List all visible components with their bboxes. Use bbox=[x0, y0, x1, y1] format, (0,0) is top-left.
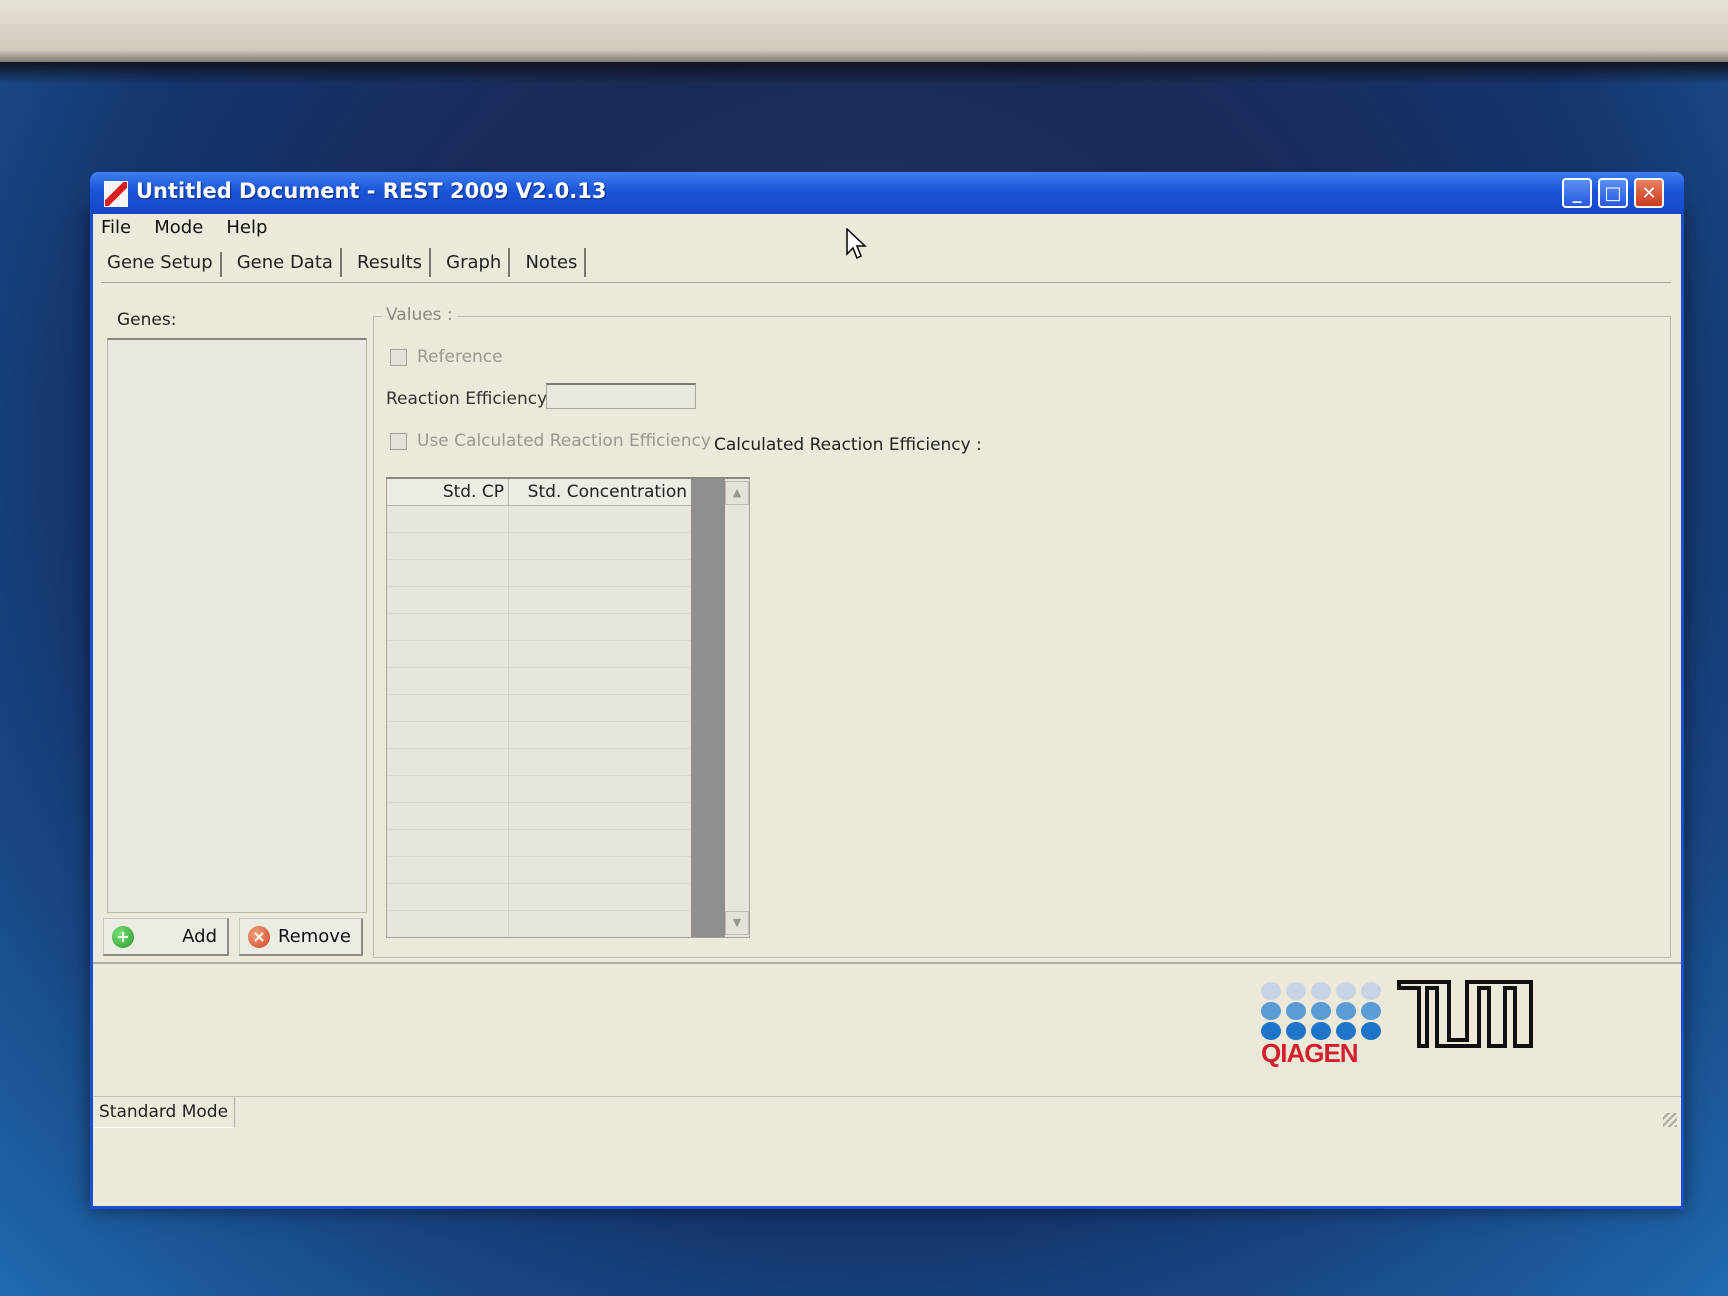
scroll-up-arrow-icon[interactable]: ▲ bbox=[725, 481, 749, 505]
grid-scrollbar[interactable]: ▲ ▼ bbox=[691, 479, 749, 937]
logo-dot bbox=[1261, 982, 1281, 1000]
status-bar: Standard Mode bbox=[93, 1096, 1681, 1131]
logo-dot bbox=[1361, 1002, 1381, 1020]
reference-checkbox-row[interactable]: Reference bbox=[390, 347, 503, 367]
tum-logo bbox=[1397, 980, 1533, 1048]
grid-rows[interactable] bbox=[387, 506, 691, 937]
monitor-bezel bbox=[0, 0, 1728, 62]
tab-graph[interactable]: Graph bbox=[440, 248, 511, 277]
std-data-grid[interactable]: Std. CP Std. Concentration ▲ ▼ bbox=[386, 477, 750, 938]
window-title: Untitled Document - REST 2009 V2.0.13 bbox=[136, 179, 607, 203]
tab-gene-setup[interactable]: Gene Setup bbox=[101, 252, 222, 277]
use-calculated-label: Use Calculated Reaction Efficiency bbox=[417, 431, 711, 451]
app-icon bbox=[104, 181, 128, 207]
tab-bar: Gene Setup Gene Data Results Graph Notes bbox=[101, 248, 1671, 283]
plus-icon: + bbox=[112, 926, 134, 948]
grid-header: Std. CP Std. Concentration bbox=[387, 479, 691, 506]
logo-dot bbox=[1311, 1002, 1331, 1020]
add-gene-button[interactable]: + Add bbox=[103, 918, 229, 956]
logo-dot bbox=[1336, 1002, 1356, 1020]
menu-bar: File Mode Help bbox=[93, 214, 1681, 242]
qiagen-logo: QIAGEN bbox=[1261, 982, 1385, 1068]
footer-panel: QIAGEN bbox=[93, 962, 1681, 1098]
maximize-button[interactable]: □ bbox=[1598, 178, 1628, 208]
tab-results[interactable]: Results bbox=[351, 248, 432, 277]
logo-dot bbox=[1286, 982, 1306, 1000]
logo-dot bbox=[1311, 982, 1331, 1000]
column-std-concentration[interactable]: Std. Concentration bbox=[509, 479, 691, 505]
close-button[interactable]: ✕ bbox=[1634, 178, 1664, 208]
scroll-down-arrow-icon[interactable]: ▼ bbox=[725, 911, 749, 935]
values-group: Values : Reference Reaction Efficiency :… bbox=[373, 305, 1671, 958]
genes-list[interactable] bbox=[107, 338, 367, 913]
genes-label: Genes: bbox=[117, 310, 177, 330]
qiagen-wordmark: QIAGEN bbox=[1261, 1038, 1359, 1068]
calculated-efficiency-label: Calculated Reaction Efficiency : bbox=[714, 435, 982, 455]
reference-checkbox[interactable] bbox=[390, 348, 407, 366]
status-mode: Standard Mode bbox=[93, 1097, 236, 1128]
reference-label: Reference bbox=[417, 347, 503, 367]
reaction-efficiency-input[interactable] bbox=[546, 383, 696, 409]
app-window: Untitled Document - REST 2009 V2.0.13 _ … bbox=[90, 172, 1684, 1209]
menu-mode[interactable]: Mode bbox=[145, 214, 212, 242]
tab-gene-data[interactable]: Gene Data bbox=[231, 248, 342, 277]
logo-dot bbox=[1361, 1022, 1381, 1040]
title-bar[interactable]: Untitled Document - REST 2009 V2.0.13 _ … bbox=[90, 172, 1684, 214]
mouse-cursor-icon bbox=[846, 228, 867, 260]
remove-icon: × bbox=[248, 926, 270, 948]
add-button-label: Add bbox=[182, 926, 217, 947]
minimize-button[interactable]: _ bbox=[1562, 178, 1592, 208]
tab-notes[interactable]: Notes bbox=[519, 248, 587, 277]
values-legend: Values : bbox=[382, 305, 457, 325]
logo-dot bbox=[1361, 982, 1381, 1000]
reaction-efficiency-label: Reaction Efficiency : bbox=[386, 389, 559, 409]
column-std-cp[interactable]: Std. CP bbox=[387, 479, 509, 505]
logo-dot bbox=[1286, 1002, 1306, 1020]
menu-file[interactable]: File bbox=[93, 214, 140, 242]
logo-dot bbox=[1336, 982, 1356, 1000]
resize-grip-icon[interactable] bbox=[1663, 1113, 1677, 1127]
use-calculated-checkbox[interactable] bbox=[390, 432, 407, 450]
use-calculated-checkbox-row[interactable]: Use Calculated Reaction Efficiency bbox=[390, 431, 711, 451]
remove-button-label: Remove bbox=[277, 926, 351, 947]
menu-help[interactable]: Help bbox=[217, 214, 276, 242]
remove-gene-button[interactable]: × Remove bbox=[239, 918, 363, 956]
scrollbar-track[interactable] bbox=[691, 479, 725, 937]
monitor-shadow bbox=[0, 62, 1728, 84]
logo-dot bbox=[1261, 1002, 1281, 1020]
